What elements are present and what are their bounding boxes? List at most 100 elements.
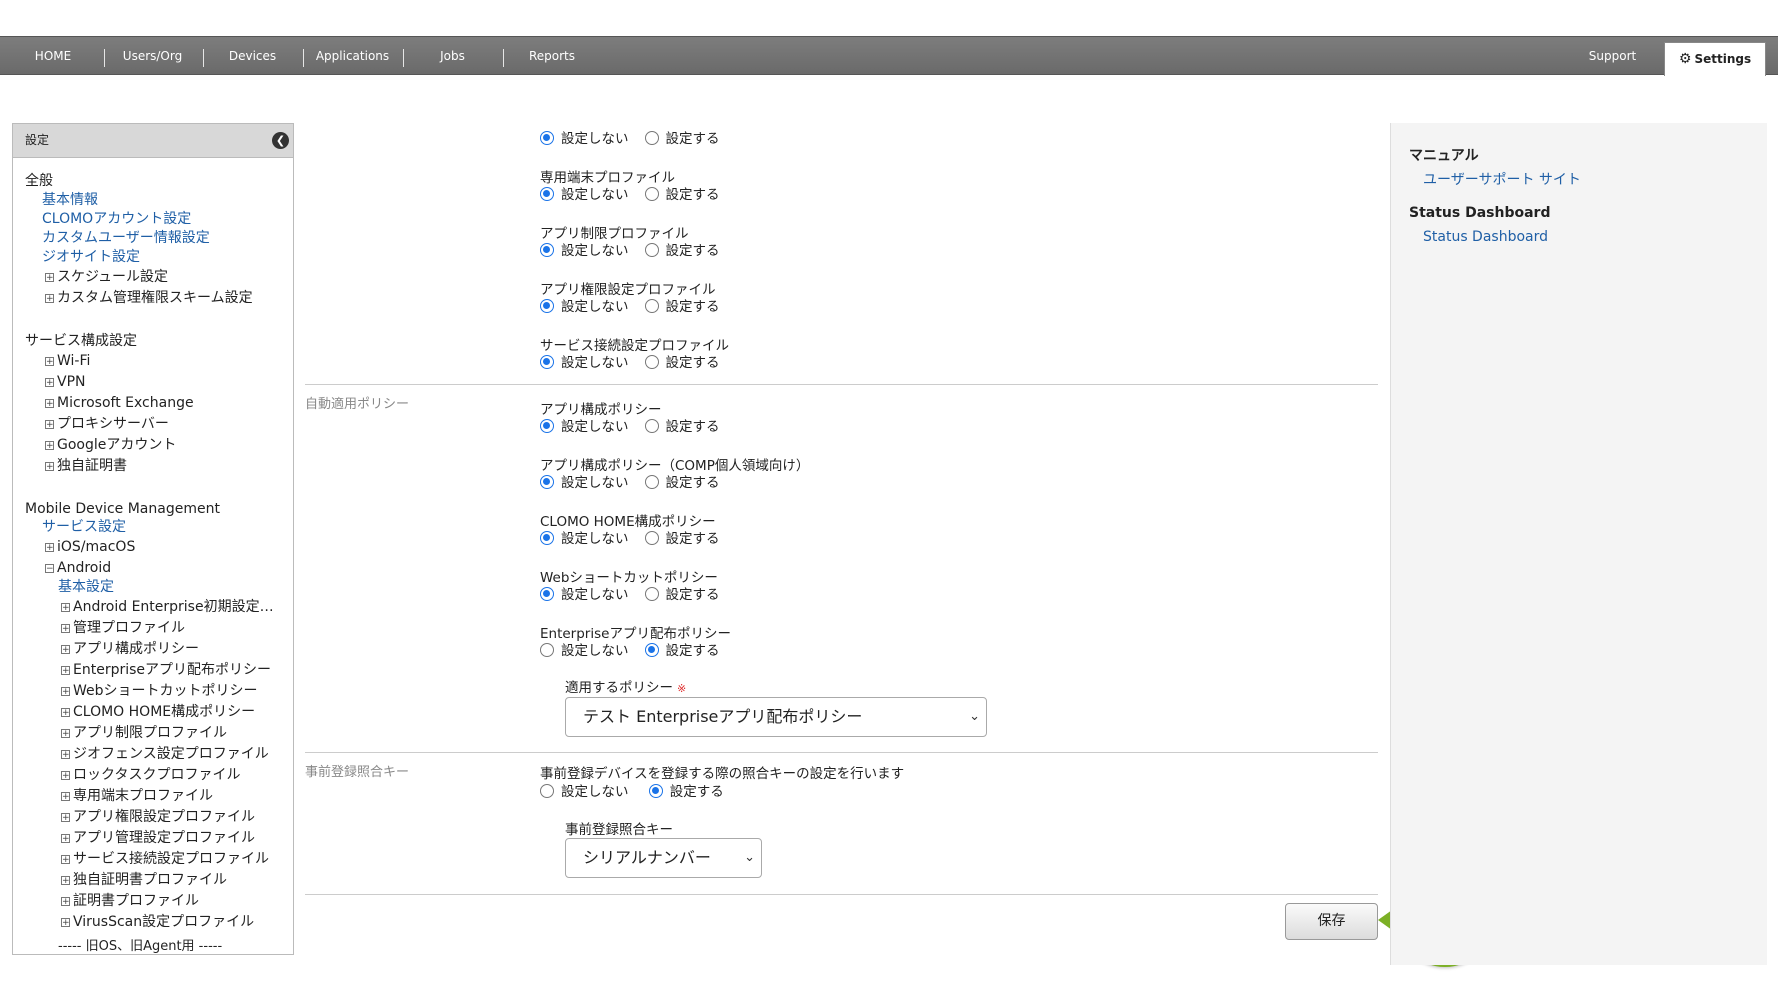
section-mdm-title: Mobile Device Management (25, 501, 220, 517)
sidebar-item-android-profile[interactable]: + ロックタスクプロファイル (61, 766, 240, 784)
radio-on[interactable] (644, 299, 659, 313)
nav-users-org[interactable]: Users/Org (110, 37, 195, 74)
radio-on[interactable] (644, 243, 659, 257)
collapse-sidebar-icon[interactable]: ❮ (272, 132, 289, 149)
auto-policy-radio-group: 設定しない 設定する (540, 585, 736, 605)
sidebar-item-android-profile[interactable]: + アプリ制限プロファイル (61, 724, 227, 742)
sidebar-item-android-profile[interactable]: + CLOMO HOME構成ポリシー (61, 703, 255, 721)
sidebar-item-android-profile[interactable]: + 管理プロファイル (61, 619, 185, 637)
apply-policy-select[interactable]: テスト Enterpriseアプリ配布ポリシー ⌄ (565, 697, 987, 737)
sidebar-item-wifi[interactable]: + Wi-Fi (45, 352, 90, 370)
sidebar-item-android-profile[interactable]: + 専用端末プロファイル (61, 787, 213, 805)
expand-icon: + (45, 357, 54, 367)
sidebar-link-basic-info[interactable]: 基本情報 (42, 191, 98, 209)
profile-setting-label: アプリ権限設定プロファイル (540, 282, 716, 298)
chevron-down-icon: ⌄ (969, 709, 980, 724)
sidebar-item-android-profile[interactable]: + Android Enterprise初期設定… (61, 598, 274, 616)
radio-off[interactable] (540, 643, 554, 657)
nav-devices[interactable]: Devices (215, 37, 290, 74)
apply-policy-label: 適用するポリシー ※ (565, 680, 687, 696)
nav-applications[interactable]: Applications (310, 37, 395, 74)
sidebar-link-geosite[interactable]: ジオサイト設定 (42, 248, 140, 266)
auto-policy-label: Enterpriseアプリ配布ポリシー (540, 626, 731, 642)
nav-separator (303, 49, 304, 67)
auto-policy-radio-group: 設定しない 設定する (540, 417, 736, 437)
sidebar-item-ios-macos[interactable]: + iOS/macOS (45, 538, 135, 556)
radio-prereg-off[interactable] (540, 784, 554, 798)
sidebar-item-exchange[interactable]: + Microsoft Exchange (45, 394, 194, 412)
sidebar-link-service-settings[interactable]: サービス設定 (42, 518, 126, 536)
expand-icon: + (61, 855, 70, 865)
auto-policy-radio-group: 設定しない 設定する (540, 641, 736, 661)
radio-off[interactable] (540, 419, 554, 433)
nav-home[interactable]: HOME (18, 37, 88, 74)
status-dashboard-link[interactable]: Status Dashboard (1423, 229, 1548, 245)
user-support-site-link[interactable]: ユーザーサポート サイト (1423, 169, 1581, 189)
sidebar-item-android-profile[interactable]: + 独自証明書プロファイル (61, 871, 227, 889)
profile-setting-radio-group: 設定しない 設定する (540, 241, 736, 261)
expand-icon: + (61, 645, 70, 655)
expand-icon: + (61, 624, 70, 634)
sidebar-item-google-account[interactable]: + Googleアカウント (45, 436, 176, 454)
radio-on[interactable] (644, 475, 659, 489)
auto-policy-label: CLOMO HOME構成ポリシー (540, 514, 716, 530)
sidebar-item-vpn[interactable]: + VPN (45, 373, 86, 391)
expand-icon: + (61, 918, 70, 928)
nav-jobs[interactable]: Jobs (420, 37, 485, 74)
radio-off[interactable] (540, 187, 554, 201)
sidebar-link-android-basic[interactable]: 基本設定 (58, 578, 114, 596)
radio-on[interactable] (644, 355, 659, 369)
sidebar-item-android-profile[interactable]: + アプリ構成ポリシー (61, 640, 199, 658)
radio-on[interactable] (644, 643, 659, 657)
nav-support[interactable]: Support (1575, 37, 1650, 74)
sidebar-item-android-profile[interactable]: + サービス接続設定プロファイル (61, 850, 269, 868)
right-help-panel: マニュアル ユーザーサポート サイト Status Dashboard Stat… (1390, 123, 1767, 965)
auto-policy-radio-group: 設定しない 設定する (540, 473, 736, 493)
sidebar-item-android-profile[interactable]: + ジオフェンス設定プロファイル (61, 745, 269, 763)
expand-icon: + (61, 876, 70, 886)
radio-on[interactable] (644, 419, 659, 433)
expand-icon: + (61, 792, 70, 802)
radio-on[interactable] (644, 187, 659, 201)
section-general-title: 全般 (25, 173, 53, 189)
sidebar-item-android-profile[interactable]: + 証明書プロファイル (61, 892, 199, 910)
sidebar-item-android-profile[interactable]: + アプリ権限設定プロファイル (61, 808, 255, 826)
radio-prereg-on[interactable] (648, 784, 663, 798)
sidebar-item-custom-permission[interactable]: + カスタム管理権限スキーム設定 (45, 289, 253, 307)
radio-off[interactable] (540, 531, 554, 545)
expand-icon: + (45, 543, 54, 553)
radio-off[interactable] (540, 299, 554, 313)
sidebar-item-android-profile[interactable]: + アプリ管理設定プロファイル (61, 829, 255, 847)
sidebar-header: 設定 ❮ (13, 124, 293, 158)
sidebar-title: 設定 (25, 133, 50, 147)
expand-icon: + (45, 399, 54, 409)
radio-off[interactable] (540, 131, 554, 145)
radio-off[interactable] (540, 475, 554, 489)
save-button[interactable]: 保存 (1285, 903, 1378, 940)
sidebar-item-schedule[interactable]: + スケジュール設定 (45, 268, 168, 286)
radio-off[interactable] (540, 587, 554, 601)
expand-icon: + (61, 603, 70, 613)
expand-icon: + (61, 708, 70, 718)
profile-setting-radio-group: 設定しない 設定する (540, 353, 736, 373)
nav-settings-tab[interactable]: ⚙ Settings (1664, 42, 1766, 76)
nav-settings-label: Settings (1694, 52, 1752, 66)
sidebar-item-android[interactable]: − Android (45, 559, 111, 577)
sidebar-link-custom-user-info[interactable]: カスタムユーザー情報設定 (42, 229, 210, 247)
radio-on[interactable] (644, 587, 659, 601)
radio-on[interactable] (644, 531, 659, 545)
status-dashboard-title: Status Dashboard (1409, 205, 1551, 221)
nav-reports[interactable]: Reports (512, 37, 592, 74)
sidebar-item-android-profile[interactable]: + Webショートカットポリシー (61, 682, 258, 700)
auto-policy-label: アプリ構成ポリシー（COMP個人領域向け） (540, 458, 810, 474)
radio-on[interactable] (644, 131, 659, 145)
sidebar-item-android-profile[interactable]: + VirusScan設定プロファイル (61, 913, 254, 931)
expand-icon: + (61, 687, 70, 697)
sidebar-item-own-cert[interactable]: + 独自証明書 (45, 457, 127, 475)
prereg-key-select[interactable]: シリアルナンバー ⌄ (565, 838, 762, 878)
radio-off[interactable] (540, 355, 554, 369)
sidebar-item-android-profile[interactable]: + Enterpriseアプリ配布ポリシー (61, 661, 271, 679)
sidebar-link-clomo-account[interactable]: CLOMOアカウント設定 (42, 210, 191, 228)
radio-off[interactable] (540, 243, 554, 257)
sidebar-item-proxy[interactable]: + プロキシサーバー (45, 415, 169, 433)
